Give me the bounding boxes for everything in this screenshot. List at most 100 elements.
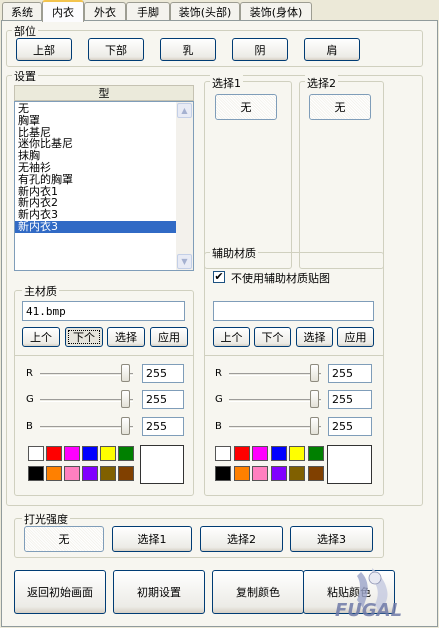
color-swatch[interactable] xyxy=(100,446,116,461)
color-swatch[interactable] xyxy=(46,466,62,481)
color-swatch[interactable] xyxy=(307,446,324,461)
main-b-slider-thumb[interactable] xyxy=(121,417,130,435)
fugal-logo-watermark: FUGAL xyxy=(335,568,402,621)
select1-value-button[interactable]: 无 xyxy=(215,94,277,120)
part-breast-button[interactable]: 乳 xyxy=(160,38,216,61)
aux-b-slider-thumb[interactable] xyxy=(310,417,319,435)
color-swatch[interactable] xyxy=(233,466,250,481)
aux-select-button[interactable]: 选择 xyxy=(296,327,333,347)
tab-head-accessory[interactable]: 装饰(头部) xyxy=(170,2,240,21)
main-g-slider[interactable] xyxy=(40,399,133,402)
aux-g-input[interactable]: 255 xyxy=(328,390,372,409)
main-r-label: R xyxy=(26,368,33,379)
color-swatch[interactable] xyxy=(118,446,134,461)
main-r-slider[interactable] xyxy=(40,373,133,376)
aux-disable-checkbox-label: 不使用辅助材质贴图 xyxy=(231,272,330,285)
color-swatch[interactable] xyxy=(252,466,268,481)
color-swatch[interactable] xyxy=(28,446,44,461)
color-swatch[interactable] xyxy=(64,446,80,461)
main-select-button[interactable]: 选择 xyxy=(107,327,145,347)
main-g-label: G xyxy=(26,394,34,405)
return-to-title-button[interactable]: 返回初始画面 xyxy=(14,570,106,614)
main-next-button[interactable]: 下个 xyxy=(65,327,103,347)
main-g-input[interactable]: 255 xyxy=(142,390,184,409)
tab-outerwear[interactable]: 外衣 xyxy=(84,2,126,21)
lighting-none-button[interactable]: 无 xyxy=(24,526,104,552)
settings-legend: 设置 xyxy=(12,68,38,84)
initial-settings-button[interactable]: 初期设置 xyxy=(113,570,205,614)
lighting-select1-button[interactable]: 选择1 xyxy=(112,526,192,552)
scroll-down-icon[interactable]: ▼ xyxy=(177,254,192,269)
aux-r-input[interactable]: 255 xyxy=(328,364,372,383)
part-upper-button[interactable]: 上部 xyxy=(16,38,72,61)
lighting-select2-button[interactable]: 选择2 xyxy=(200,526,283,552)
select1-legend: 选择1 xyxy=(210,75,243,91)
list-item[interactable]: 有孔的胸罩 xyxy=(15,173,177,186)
color-swatch[interactable] xyxy=(46,446,62,461)
aux-r-slider-thumb[interactable] xyxy=(310,364,319,382)
color-swatch[interactable] xyxy=(233,446,250,461)
color-swatch[interactable] xyxy=(100,466,116,481)
part-legend: 部位 xyxy=(12,23,38,39)
list-item[interactable]: 无袖衫 xyxy=(15,162,177,174)
aux-b-slider[interactable] xyxy=(229,426,321,429)
color-swatch[interactable] xyxy=(270,446,287,461)
color-swatch[interactable] xyxy=(270,466,287,481)
list-item-selected[interactable]: 新内衣3 xyxy=(15,221,177,233)
color-swatch[interactable] xyxy=(307,466,324,481)
aux-g-label: G xyxy=(215,394,223,405)
tab-hands-feet[interactable]: 手脚 xyxy=(126,2,170,21)
type-listbox[interactable]: 无 胸罩 比基尼 迷你比基尼 抹胸 无袖衫 有孔的胸罩 新内衣1 新内衣2 新内… xyxy=(14,101,194,271)
color-swatch[interactable] xyxy=(118,466,134,481)
tab-body-accessory[interactable]: 装饰(身体) xyxy=(240,2,312,21)
part-shoulder-button[interactable]: 肩 xyxy=(304,38,360,61)
copy-color-button[interactable]: 复制颜色 xyxy=(212,570,304,614)
aux-r-label: R xyxy=(215,368,222,379)
aux-b-label: B xyxy=(215,421,222,432)
main-b-label: B xyxy=(26,421,33,432)
lighting-select3-button[interactable]: 选择3 xyxy=(290,526,373,552)
main-b-input[interactable]: 255 xyxy=(142,417,184,436)
main-apply-button[interactable]: 应用 xyxy=(150,327,188,347)
watermark-text: FUGAL xyxy=(335,600,402,621)
type-column-header[interactable]: 型 xyxy=(14,85,194,101)
aux-next-button[interactable]: 下个 xyxy=(254,327,291,347)
color-swatch[interactable] xyxy=(64,466,80,481)
main-r-input[interactable]: 255 xyxy=(142,364,184,383)
tab-system[interactable]: 系统 xyxy=(2,2,42,21)
aux-material-file-input[interactable] xyxy=(213,301,374,321)
aux-divider xyxy=(204,355,384,356)
color-swatch[interactable] xyxy=(252,446,268,461)
color-swatch[interactable] xyxy=(215,466,231,481)
main-r-slider-thumb[interactable] xyxy=(121,364,130,382)
main-color-preview xyxy=(140,445,184,484)
color-swatch[interactable] xyxy=(289,466,305,481)
lighting-legend: 打光强度 xyxy=(22,511,70,527)
tab-underwear[interactable]: 内衣 xyxy=(42,0,84,22)
select2-legend: 选择2 xyxy=(305,75,338,91)
part-lower-button[interactable]: 下部 xyxy=(88,38,144,61)
type-list-scrollbar[interactable]: ▲ ▼ xyxy=(176,102,193,270)
select2-value-button[interactable]: 无 xyxy=(309,94,371,120)
part-crotch-button[interactable]: 阴 xyxy=(232,38,288,61)
main-g-slider-thumb[interactable] xyxy=(121,390,130,408)
aux-g-slider-thumb[interactable] xyxy=(310,390,319,408)
aux-apply-button[interactable]: 应用 xyxy=(337,327,374,347)
main-b-slider[interactable] xyxy=(40,426,133,429)
list-item[interactable]: 胸罩 xyxy=(15,114,177,127)
scroll-up-icon[interactable]: ▲ xyxy=(177,103,192,118)
aux-b-input[interactable]: 255 xyxy=(328,417,372,436)
aux-prev-button[interactable]: 上个 xyxy=(213,327,250,347)
color-swatch[interactable] xyxy=(215,446,231,461)
aux-r-slider[interactable] xyxy=(229,373,321,376)
aux-color-preview xyxy=(327,445,372,484)
main-prev-button[interactable]: 上个 xyxy=(22,327,60,347)
main-material-file-input[interactable]: 41.bmp xyxy=(22,301,185,321)
main-material-legend: 主材质 xyxy=(22,283,59,299)
color-swatch[interactable] xyxy=(289,446,305,461)
color-swatch[interactable] xyxy=(82,466,98,481)
aux-g-slider[interactable] xyxy=(229,399,321,402)
aux-disable-checkbox[interactable]: ✔ xyxy=(213,271,225,283)
color-swatch[interactable] xyxy=(82,446,98,461)
color-swatch[interactable] xyxy=(28,466,44,481)
